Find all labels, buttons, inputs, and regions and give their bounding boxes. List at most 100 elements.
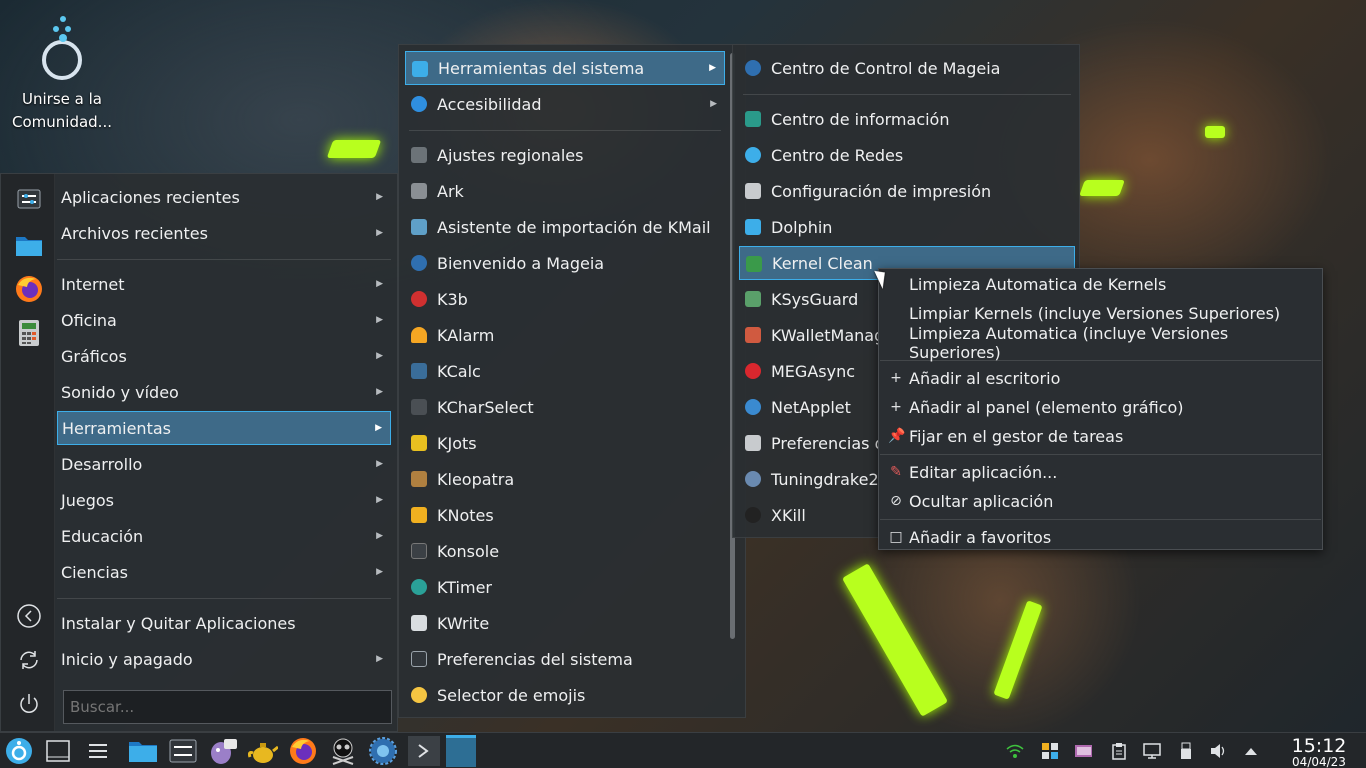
- restart-icon[interactable]: [14, 645, 44, 675]
- tools-submenu: Herramientas del sistema ▶ Accesibilidad ▶…: [398, 44, 746, 718]
- menu-item-power[interactable]: Inicio y apagado ▶: [57, 642, 391, 676]
- submenu-item-k3b[interactable]: K3b: [405, 282, 725, 316]
- submenu-item-knotes[interactable]: KNotes: [405, 498, 725, 532]
- back-icon[interactable]: [14, 601, 44, 631]
- divider: [743, 94, 1071, 95]
- submenu-item-emoji[interactable]: Selector de emojis: [405, 678, 725, 712]
- submenu-item-info-center[interactable]: Centro de información: [739, 102, 1075, 136]
- submenu-item-kcharselect[interactable]: KCharSelect: [405, 390, 725, 424]
- wifi-icon[interactable]: [1006, 742, 1024, 760]
- submenu-item-dolphin[interactable]: Dolphin: [739, 210, 1075, 244]
- menu-item-label: Juegos: [61, 490, 114, 510]
- context-item-auto-clean-higher[interactable]: Limpieza Automatica (incluye Versiones S…: [880, 324, 1321, 362]
- show-desktop-icon[interactable]: [42, 736, 74, 766]
- clipboard-icon[interactable]: [1110, 742, 1128, 760]
- submenu-item-kcalc[interactable]: KCalc: [405, 354, 725, 388]
- chevron-right-icon: ▶: [376, 315, 383, 325]
- dolphin-favorite-icon[interactable]: [14, 230, 44, 260]
- megasync-icon: [745, 363, 761, 379]
- emoji-icon: [411, 687, 427, 703]
- menu-item-recent-files[interactable]: Archivos recientes ▶: [57, 216, 391, 250]
- clock-date[interactable]: 04/04/23: [1275, 755, 1363, 768]
- calculator-favorite-icon[interactable]: [14, 318, 44, 348]
- context-item-add-panel[interactable]: + Añadir al panel (elemento gráfico): [880, 393, 1321, 422]
- submenu-item-ark[interactable]: Ark: [405, 174, 725, 208]
- wallpaper-neon: [842, 563, 948, 717]
- submenu-item-ktimer[interactable]: KTimer: [405, 570, 725, 604]
- submenu-item-konsole[interactable]: Konsole: [405, 534, 725, 568]
- submenu-item-kalarm[interactable]: KAlarm: [405, 318, 725, 352]
- knotes-icon: [411, 507, 427, 523]
- submenu-item-printing[interactable]: Configuración de impresión: [739, 174, 1075, 208]
- menu-item-science[interactable]: Ciencias ▶: [57, 555, 391, 589]
- ktimer-icon: [411, 579, 427, 595]
- context-item-hide-app[interactable]: ⊘ Ocultar aplicación: [880, 487, 1321, 516]
- pidgin-icon[interactable]: [207, 736, 239, 766]
- kleopatra-icon: [411, 471, 427, 487]
- mageia-control-icon: [745, 60, 761, 76]
- menu-item-install-remove[interactable]: Instalar y Quitar Aplicaciones: [57, 606, 391, 640]
- context-item-add-desktop[interactable]: + Añadir al escritorio: [880, 364, 1321, 393]
- menu-item-graphics[interactable]: Gráficos ▶: [57, 339, 391, 373]
- display-config-icon[interactable]: [1074, 742, 1092, 760]
- submenu-item-network-center[interactable]: Centro de Redes: [739, 138, 1075, 172]
- menu-item-education[interactable]: Educación ▶: [57, 519, 391, 553]
- menu-item-tools[interactable]: Herramientas ▶: [57, 411, 391, 445]
- chevron-up-icon[interactable]: [1242, 742, 1260, 760]
- application-launcher-icon[interactable]: [3, 736, 35, 766]
- network-monitor-icon[interactable]: [1143, 742, 1161, 760]
- dolphin-taskbar-icon[interactable]: [127, 736, 159, 766]
- xkill-taskbar-icon[interactable]: [327, 736, 359, 766]
- kcalc-icon: [411, 363, 427, 379]
- submenu-item-regional[interactable]: Ajustes regionales: [405, 138, 725, 172]
- menu-item-label: Ciencias: [61, 562, 128, 582]
- konsole-taskbar-icon[interactable]: [408, 736, 440, 766]
- submenu-item-mageia-welcome[interactable]: Bienvenido a Mageia: [405, 246, 725, 280]
- menu-item-office[interactable]: Oficina ▶: [57, 303, 391, 337]
- volume-icon[interactable]: [1210, 742, 1228, 760]
- kernel-clean-icon: [746, 256, 762, 272]
- pager-icon[interactable]: [82, 736, 114, 766]
- submenu-item-system-tools[interactable]: Herramientas del sistema ▶: [405, 51, 725, 85]
- menu-item-multimedia[interactable]: Sonido y vídeo ▶: [57, 375, 391, 409]
- teapot-icon[interactable]: [247, 736, 279, 766]
- menu-item-recent-apps[interactable]: Aplicaciones recientes ▶: [57, 180, 391, 214]
- menu-item-development[interactable]: Desarrollo ▶: [57, 447, 391, 481]
- submenu-item-label: Preferencias del sistema: [437, 649, 633, 669]
- submenu-item-kjots[interactable]: KJots: [405, 426, 725, 460]
- context-item-label: Añadir al escritorio: [909, 369, 1061, 388]
- tuningdrake-icon: [745, 471, 761, 487]
- menu-item-internet[interactable]: Internet ▶: [57, 267, 391, 301]
- context-item-add-favorites[interactable]: □ Añadir a favoritos: [880, 523, 1321, 552]
- shutdown-icon[interactable]: [14, 689, 44, 719]
- mageia-control-taskbar-icon[interactable]: [367, 736, 399, 766]
- plus-icon: +: [890, 370, 902, 386]
- clock-time[interactable]: 15:12: [1275, 735, 1363, 757]
- system-settings-taskbar-icon[interactable]: [167, 736, 199, 766]
- submenu-item-kwrite[interactable]: KWrite: [405, 606, 725, 640]
- submenu-item-kmail-import[interactable]: Asistente de importación de KMail: [405, 210, 725, 244]
- context-item-pin-taskmanager[interactable]: 📌 Fijar en el gestor de tareas: [880, 422, 1321, 451]
- mageia-logo-icon: [42, 16, 82, 80]
- context-item-label: Editar aplicación...: [909, 463, 1058, 482]
- context-item-edit-app[interactable]: ✎ Editar aplicación...: [880, 458, 1321, 487]
- menu-item-label: Internet: [61, 274, 125, 294]
- usb-device-icon[interactable]: [1177, 742, 1195, 760]
- search-input[interactable]: [63, 690, 392, 724]
- system-settings-favorite-icon[interactable]: [14, 184, 44, 214]
- konsole-icon: [411, 543, 427, 559]
- submenu-item-system-settings[interactable]: Preferencias del sistema: [405, 642, 725, 676]
- firefox-favorite-icon[interactable]: [14, 274, 44, 304]
- updates-icon[interactable]: [1041, 742, 1059, 760]
- submenu-item-mageia-control[interactable]: Centro de Control de Mageia: [739, 51, 1075, 85]
- firefox-taskbar-icon[interactable]: [287, 736, 319, 766]
- chevron-right-icon: ▶: [376, 228, 383, 238]
- menu-item-games[interactable]: Juegos ▶: [57, 483, 391, 517]
- context-item-auto-clean[interactable]: Limpieza Automatica de Kernels: [880, 270, 1321, 299]
- submenu-item-accessibility[interactable]: Accesibilidad ▶: [405, 87, 725, 121]
- submenu-item-label: KJots: [437, 433, 477, 453]
- active-window-task[interactable]: [446, 735, 476, 767]
- submenu-item-kleopatra[interactable]: Kleopatra: [405, 462, 725, 496]
- desktop-icon-community[interactable]: Unirse a la Comunidad...: [8, 10, 116, 134]
- menu-item-label: Educación: [61, 526, 144, 546]
